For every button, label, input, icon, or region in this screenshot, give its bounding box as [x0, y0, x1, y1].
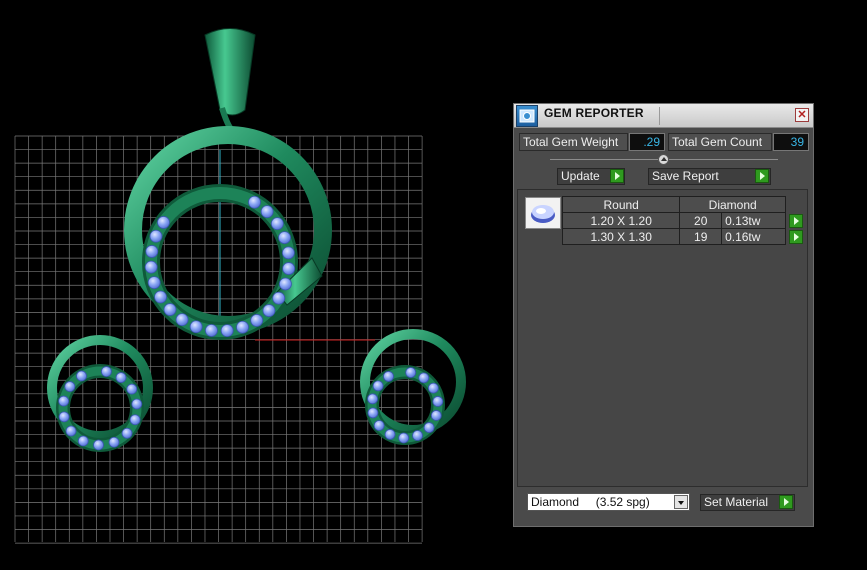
gem-stone	[175, 313, 189, 327]
gem-stone	[147, 276, 161, 290]
gem-stone	[278, 231, 291, 244]
gem-stone	[398, 432, 410, 444]
save-report-button[interactable]: Save Report	[648, 168, 771, 185]
gem-stone	[76, 370, 87, 382]
gem-stone	[282, 262, 296, 275]
gem-stone	[432, 396, 444, 407]
gem-stone	[58, 411, 70, 423]
row-select-go-icon[interactable]	[788, 213, 803, 228]
gem-report-list: Round Diamond 1.20 X 1.20 20 0.13tw 1.30…	[517, 189, 808, 487]
gem-stone	[163, 303, 177, 316]
gem-count-cell: 20	[679, 212, 723, 229]
gem-stone	[418, 372, 430, 384]
gem-stone	[427, 382, 439, 394]
shape-header: Round	[561, 196, 681, 213]
gem-stone	[430, 410, 442, 421]
gem-stone	[405, 367, 417, 378]
gem-stone	[77, 435, 89, 447]
gem-stone	[236, 320, 249, 334]
pendant-model[interactable]	[124, 28, 332, 340]
gem-stone	[121, 427, 133, 439]
save-report-label: Save Report	[652, 169, 719, 183]
round-gem-thumbnail[interactable]	[525, 197, 561, 229]
gem-stone	[131, 398, 143, 410]
row-select-go-icon[interactable]	[788, 229, 803, 244]
gem-stone	[126, 383, 138, 395]
set-material-label: Set Material	[704, 495, 769, 509]
chevron-down-icon[interactable]	[674, 495, 688, 509]
gem-stone	[250, 314, 264, 327]
gem-stone	[279, 277, 292, 291]
gem-stone	[270, 217, 284, 231]
gem-stone	[367, 407, 379, 419]
gem-stone	[93, 439, 104, 451]
panel-titlebar[interactable]: GEM REPORTER ✕	[514, 104, 813, 128]
gem-stone	[149, 229, 163, 243]
gem-stone	[260, 205, 274, 219]
gem-stone	[412, 430, 423, 441]
size-slider-thumb[interactable]	[658, 154, 669, 165]
material-header: Diamond	[679, 196, 786, 213]
table-row[interactable]: 1.30 X 1.30 19 0.16tw	[561, 228, 807, 245]
gem-stone	[157, 216, 170, 229]
gem-reporter-icon	[516, 105, 538, 127]
material-dropdown[interactable]: Diamond (3.52 spg)	[527, 493, 690, 511]
gem-weight-cell: 0.13tw	[721, 212, 786, 229]
total-gem-count-label: Total Gem Count	[668, 133, 772, 151]
table-row[interactable]: 1.20 X 1.20 20 0.13tw	[561, 212, 807, 229]
gem-weight-cell: 0.16tw	[721, 228, 786, 245]
gem-stone	[262, 304, 276, 317]
panel-title: GEM REPORTER	[544, 106, 644, 120]
update-label: Update	[561, 169, 600, 183]
total-gem-weight-label: Total Gem Weight	[519, 133, 628, 151]
save-report-go-icon[interactable]	[755, 169, 769, 183]
gem-count-cell: 19	[679, 228, 723, 245]
gem-reporter-panel: GEM REPORTER ✕ Total Gem Weight .29 Tota…	[513, 103, 814, 527]
gem-stone	[101, 366, 112, 377]
gem-stone	[58, 395, 70, 407]
set-material-go-icon[interactable]	[779, 495, 793, 509]
gem-stone	[108, 436, 120, 448]
gem-stone	[189, 320, 203, 334]
gem-stone	[64, 381, 76, 392]
gem-table-header: Round Diamond	[561, 196, 807, 213]
material-dropdown-value: Diamond (3.52 spg)	[531, 495, 650, 509]
gem-stone	[220, 324, 234, 338]
gem-stone	[115, 372, 127, 383]
left-earring-model[interactable]	[47, 335, 153, 452]
gem-table: Round Diamond 1.20 X 1.20 20 0.13tw 1.30…	[561, 196, 807, 245]
gem-size-cell: 1.20 X 1.20	[561, 212, 681, 229]
gem-stone	[384, 429, 396, 440]
update-go-icon[interactable]	[610, 169, 624, 183]
close-icon[interactable]: ✕	[795, 108, 809, 122]
total-gem-weight-value: .29	[629, 133, 665, 151]
gem-stone	[65, 425, 77, 437]
gem-stone	[145, 245, 159, 258]
gem-stone	[373, 420, 385, 431]
gem-stone	[372, 380, 384, 392]
gem-size-cell: 1.30 X 1.30	[561, 228, 681, 245]
gem-stone	[129, 414, 141, 426]
gem-stone	[423, 422, 435, 433]
title-divider	[659, 107, 660, 125]
gem-stone	[383, 371, 394, 382]
gem-stone	[144, 260, 158, 274]
gem-stone	[367, 393, 378, 405]
3d-viewport[interactable]	[0, 0, 510, 570]
gem-stone	[205, 324, 218, 337]
gem-stone	[281, 246, 295, 260]
gem-stone	[248, 195, 261, 209]
pendant-bail	[204, 28, 256, 116]
gem-stone	[272, 291, 286, 305]
right-earring-model[interactable]	[360, 329, 466, 445]
total-gem-count-value: 39	[773, 133, 809, 151]
jewelry-scene[interactable]	[0, 0, 510, 570]
gem-stone	[154, 290, 167, 304]
